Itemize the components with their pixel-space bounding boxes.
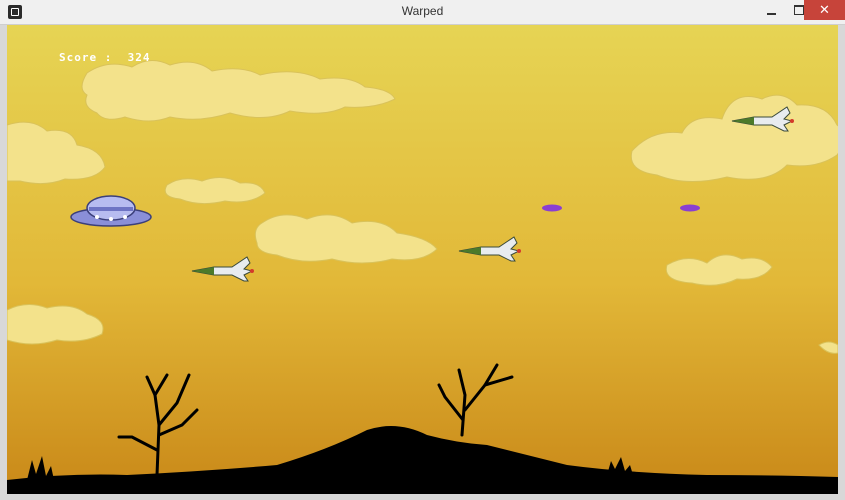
score-label: Score : — [59, 51, 113, 64]
close-button[interactable]: ✕ — [804, 0, 845, 20]
window-title: Warped — [401, 4, 444, 18]
score-value: 324 — [127, 51, 151, 64]
window-titlebar: Warped ✕ — [0, 0, 845, 25]
projectile — [542, 204, 562, 212]
minimize-button[interactable] — [758, 0, 785, 20]
minimize-icon — [767, 13, 776, 15]
close-icon: ✕ — [819, 2, 830, 18]
maximize-icon — [793, 5, 804, 15]
game-viewport[interactable]: Score : 324 — [7, 25, 838, 494]
projectile — [680, 204, 700, 212]
score-display: Score : 324 — [59, 51, 150, 64]
game-canvas — [7, 25, 838, 494]
